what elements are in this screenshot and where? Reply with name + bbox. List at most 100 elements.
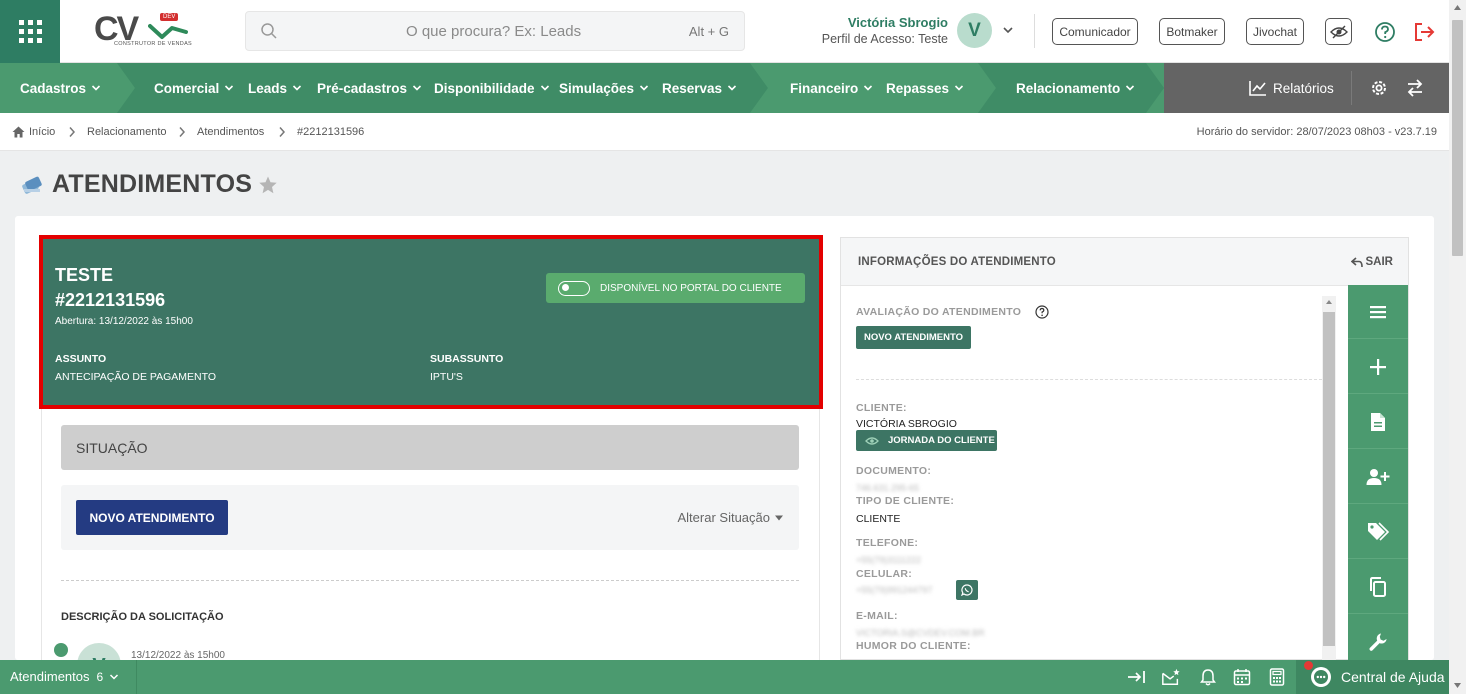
jivochat-button[interactable]: Jivochat xyxy=(1246,18,1304,45)
breadcrumb-home[interactable]: Início xyxy=(12,126,55,138)
breadcrumb: Início Relacionamento Atendimentos #2212… xyxy=(0,113,1449,151)
nav-disponibilidade[interactable]: Disponibilidade xyxy=(434,63,550,113)
nav-simulacoes[interactable]: Simulações xyxy=(559,63,649,113)
scroll-down-icon[interactable] xyxy=(1453,682,1462,689)
window-scrollbar[interactable] xyxy=(1449,0,1466,694)
apps-menu-button[interactable] xyxy=(0,0,60,63)
novo-atendimento-button[interactable]: NOVO ATENDIMENTO xyxy=(76,500,228,535)
page-title-text: ATENDIMENTOS xyxy=(52,170,253,198)
eye-off-icon xyxy=(1329,25,1348,38)
notifications-button[interactable] xyxy=(1198,667,1218,687)
bottom-bar: Atendimentos 6 Central de Ajuda xyxy=(0,660,1449,694)
help-button[interactable] xyxy=(1371,18,1398,45)
add-user-button[interactable] xyxy=(1348,450,1408,504)
logo[interactable]: CV DEV CONSTRUTOR DE VENDAS xyxy=(92,10,192,54)
situation-actions: NOVO ATENDIMENTO Alterar Situação xyxy=(61,485,799,550)
exit-label: SAIR xyxy=(1365,256,1393,268)
atendimentos-label: Atendimentos xyxy=(10,669,90,684)
user-plus-icon xyxy=(1366,468,1390,485)
scroll-up-icon[interactable] xyxy=(1453,4,1462,11)
search-input[interactable]: O que procura? Ex: Leads Alt + G xyxy=(245,11,745,51)
chevron-down-icon[interactable] xyxy=(1002,24,1014,36)
news-button[interactable] xyxy=(1161,667,1181,687)
ticket-number: #2212131596 xyxy=(55,290,166,310)
portal-toggle-button[interactable]: DISPONÍVEL NO PORTAL DO CLIENTE xyxy=(546,273,805,303)
logout-button[interactable] xyxy=(1410,18,1437,45)
avatar[interactable]: V xyxy=(957,13,992,48)
nav-label: Relacionamento xyxy=(1016,80,1121,96)
tags-icon xyxy=(1368,521,1389,541)
scroll-up-icon[interactable] xyxy=(1325,299,1333,305)
menu-button[interactable] xyxy=(1348,285,1408,339)
switch-button[interactable] xyxy=(1405,78,1425,101)
tags-button[interactable] xyxy=(1348,505,1408,559)
question-icon[interactable] xyxy=(1035,305,1049,319)
grid-icon xyxy=(18,20,42,43)
search-shortcut: Alt + G xyxy=(688,24,729,39)
bell-icon xyxy=(1200,669,1216,686)
info-panel-title: INFORMAÇÕES DO ATENDIMENTO xyxy=(858,256,1056,268)
logo-subtitle: CONSTRUTOR DE VENDAS xyxy=(114,41,193,47)
nav-cadastros[interactable]: Cadastros xyxy=(20,63,101,113)
calculator-button[interactable] xyxy=(1267,667,1287,687)
document-value: 746.631.295-65 xyxy=(856,483,920,493)
nav-label: Simulações xyxy=(559,80,635,96)
mood-label: HUMOR DO CLIENTE: xyxy=(856,640,971,652)
calendar-button[interactable] xyxy=(1232,667,1252,687)
chevron-down-icon xyxy=(1126,85,1135,91)
settings-button[interactable] xyxy=(1369,78,1389,101)
collapse-button[interactable] xyxy=(1127,667,1147,687)
comunicador-button[interactable]: Comunicador xyxy=(1052,18,1138,45)
add-button[interactable] xyxy=(1348,340,1408,394)
document-button[interactable] xyxy=(1348,395,1408,449)
info-scroll-thumb[interactable] xyxy=(1323,312,1335,646)
nav-relatorios[interactable]: Relatórios xyxy=(1248,63,1334,113)
home-icon xyxy=(12,126,25,138)
logo-swoosh-icon xyxy=(148,24,188,39)
nav-label: Cadastros xyxy=(20,80,87,96)
nav-pre-cadastros[interactable]: Pré-cadastros xyxy=(317,63,422,113)
description-title: DESCRIÇÃO DA SOLICITAÇÃO xyxy=(61,611,224,623)
toggle-switch[interactable] xyxy=(558,280,590,296)
user-name: Victória Sbrogio xyxy=(847,15,948,30)
phone-value: +55(79)3111222 xyxy=(856,555,921,565)
server-time: Horário do servidor: 28/07/2023 08h03 - … xyxy=(1196,126,1437,138)
help-center-button[interactable]: Central de Ajuda xyxy=(1296,660,1449,694)
nav-financeiro[interactable]: Financeiro xyxy=(790,63,873,113)
page-title: ATENDIMENTOS xyxy=(20,170,278,199)
exit-button[interactable]: SAIR xyxy=(1350,256,1393,268)
hide-values-button[interactable] xyxy=(1325,18,1352,45)
timeline-dot xyxy=(54,643,68,657)
window-scroll-thumb[interactable] xyxy=(1452,20,1463,256)
whatsapp-button[interactable] xyxy=(956,580,978,600)
jornada-cliente-button[interactable]: JORNADA DO CLIENTE xyxy=(856,430,997,451)
star-icon[interactable] xyxy=(258,175,278,195)
ticket-header: TESTE #2212131596 Abertura: 13/12/2022 à… xyxy=(39,235,823,409)
breadcrumb-current: #2212131596 xyxy=(297,126,364,138)
atendimentos-counter[interactable]: Atendimentos 6 xyxy=(10,669,119,684)
copy-button[interactable] xyxy=(1348,560,1408,614)
nav-label: Leads xyxy=(248,80,288,96)
nav-comercial[interactable]: Comercial xyxy=(154,63,234,113)
menu-icon xyxy=(1370,305,1386,318)
breadcrumb-relacionamento[interactable]: Relacionamento xyxy=(87,126,167,138)
nav-leads[interactable]: Leads xyxy=(248,63,302,113)
divider xyxy=(1351,71,1352,105)
top-header: CV DEV CONSTRUTOR DE VENDAS O que procur… xyxy=(0,0,1449,63)
alterar-situacao-dropdown[interactable]: Alterar Situação xyxy=(678,510,785,525)
subject-value: ANTECIPAÇÃO DE PAGAMENTO xyxy=(55,371,217,383)
alterar-situacao-label: Alterar Situação xyxy=(677,510,771,525)
breadcrumb-label: #2212131596 xyxy=(297,126,365,138)
nav-reservas[interactable]: Reservas xyxy=(662,63,737,113)
breadcrumb-atendimentos[interactable]: Atendimentos xyxy=(197,126,264,138)
user-info[interactable]: Victória Sbrogio Perfil de Acesso: Teste xyxy=(800,15,948,46)
chart-line-icon xyxy=(1249,81,1266,96)
nav-relacionamento[interactable]: Relacionamento xyxy=(1016,63,1135,113)
atendimentos-count: 6 xyxy=(96,669,104,684)
chevron-right-icon xyxy=(279,127,286,137)
chevron-down-icon xyxy=(727,85,737,91)
botmaker-button[interactable]: Botmaker xyxy=(1159,18,1225,45)
nav-label: Reservas xyxy=(662,80,723,96)
nav-repasses[interactable]: Repasses xyxy=(886,63,964,113)
help-center-label: Central de Ajuda xyxy=(1341,669,1445,685)
